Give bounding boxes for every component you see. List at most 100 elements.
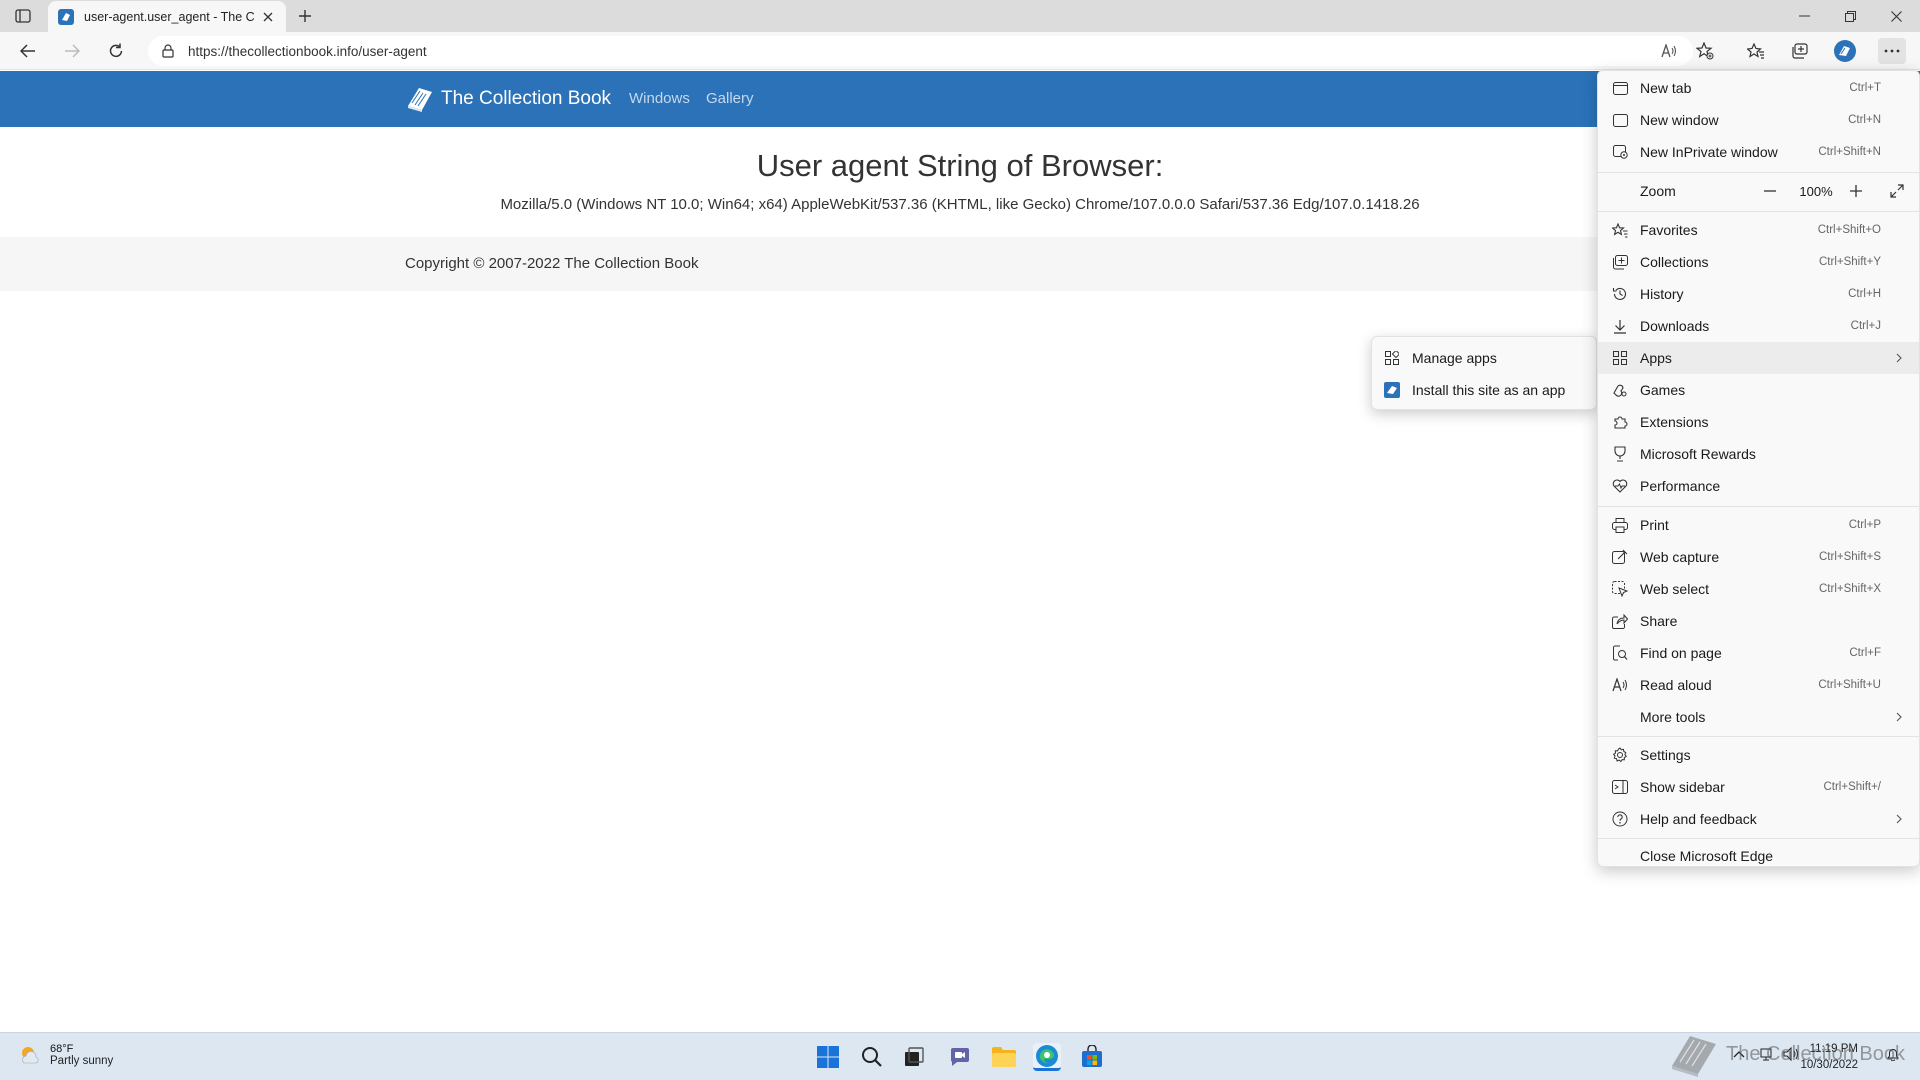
zoom-in-button[interactable] [1846,181,1866,201]
apps-submenu: Manage apps Install this site as an app [1371,336,1597,410]
menu-item-help-and-feedback[interactable]: Help and feedback [1598,803,1919,835]
menu-item-collections[interactable]: Collections Ctrl+Shift+Y [1598,246,1919,278]
minimize-button[interactable] [1781,0,1827,32]
manage-apps-label: Manage apps [1412,350,1497,366]
menu-item-extensions[interactable]: Extensions [1598,406,1919,438]
settings-and-more-button[interactable] [1878,38,1906,64]
microsoft-store-icon[interactable] [1078,1043,1106,1071]
fullscreen-button[interactable] [1887,181,1907,201]
find-icon [1612,645,1628,661]
games-icon [1612,382,1628,398]
weather-widget[interactable]: 68°F Partly sunny [18,1043,113,1067]
nav-link-gallery[interactable]: Gallery [706,90,754,107]
menu-label: New InPrivate window [1640,144,1778,160]
collections-icon[interactable] [1786,38,1814,64]
tab-actions-button[interactable] [12,6,34,26]
extensions-icon [1612,414,1628,430]
menu-item-performance[interactable]: Performance [1598,470,1919,502]
active-tab[interactable]: user-agent.user_agent - The Coll [48,1,286,32]
menu-label: Read aloud [1640,677,1712,693]
menu-label: New window [1640,112,1719,128]
web-select-icon [1612,581,1628,597]
add-favorite-icon[interactable] [1691,38,1719,64]
menu-item-share[interactable]: Share [1598,605,1919,637]
book-logo-icon [1668,1030,1720,1078]
menu-label: History [1640,286,1684,302]
apps-icon [1612,350,1628,366]
menu-item-find-on-page[interactable]: Find on page Ctrl+F [1598,637,1919,669]
share-icon [1612,613,1628,629]
menu-item-show-sidebar[interactable]: Show sidebar Ctrl+Shift+/ [1598,771,1919,803]
zoom-out-button[interactable] [1760,181,1780,201]
rewards-icon [1612,446,1628,462]
menu-item-apps[interactable]: Apps [1598,342,1919,374]
menu-item-history[interactable]: History Ctrl+H [1598,278,1919,310]
install-site-as-app-label: Install this site as an app [1412,382,1566,398]
site-brand-name: The Collection Book [441,88,612,109]
menu-shortcut: Ctrl+Shift+X [1819,583,1881,595]
menu-item-more-tools[interactable]: More tools [1598,701,1919,733]
new-tab-button[interactable] [294,6,316,26]
menu-item-new-inprivate-window[interactable]: New InPrivate window Ctrl+Shift+N [1598,136,1919,168]
menu-separator [1598,838,1919,839]
menu-item-web-select[interactable]: Web select Ctrl+Shift+X [1598,573,1919,605]
read-aloud-icon [1612,677,1628,693]
menu-shortcut: Ctrl+J [1850,320,1881,332]
menu-shortcut: Ctrl+Shift+U [1818,679,1881,691]
search-icon[interactable] [858,1043,886,1071]
menu-shortcut: Ctrl+T [1849,82,1881,94]
menu-item-settings[interactable]: Settings [1598,739,1919,771]
start-button[interactable] [814,1043,842,1071]
menu-item-close-microsoft-edge[interactable]: Close Microsoft Edge [1598,840,1919,872]
downloads-icon [1612,318,1628,334]
menu-shortcut: Ctrl+F [1849,647,1881,659]
back-button[interactable] [14,38,42,64]
sidebar-icon [1612,779,1628,795]
partly-sunny-icon [18,1043,42,1067]
menu-item-downloads[interactable]: Downloads Ctrl+J [1598,310,1919,342]
menu-separator [1598,172,1919,173]
site-app-icon [1384,382,1400,398]
refresh-button[interactable] [102,38,130,64]
weather-temperature: 68°F [50,1043,74,1055]
menu-item-new-window[interactable]: New window Ctrl+N [1598,104,1919,136]
menu-item-microsoft-rewards[interactable]: Microsoft Rewards [1598,438,1919,470]
menu-item-zoom: Zoom 100% [1598,175,1919,207]
read-aloud-icon[interactable] [1655,38,1683,64]
close-window-button[interactable] [1873,0,1919,32]
menu-item-new-tab[interactable]: New tab Ctrl+T [1598,72,1919,104]
file-explorer-icon[interactable] [990,1043,1018,1071]
menu-label: Performance [1640,478,1721,494]
install-site-as-app-item[interactable]: Install this site as an app [1372,374,1596,406]
profile-icon[interactable] [1831,38,1859,64]
menu-item-web-capture[interactable]: Web capture Ctrl+Shift+S [1598,541,1919,573]
address-bar[interactable]: https://thecollectionbook.info/user-agen… [148,36,1693,66]
site-brand-link[interactable]: The Collection Book [405,84,611,114]
nav-link-windows[interactable]: Windows [629,90,690,107]
menu-item-print[interactable]: Print Ctrl+P [1598,509,1919,541]
menu-item-read-aloud[interactable]: Read aloud Ctrl+Shift+U [1598,669,1919,701]
menu-label: Microsoft Rewards [1640,446,1756,462]
menu-label: Show sidebar [1640,779,1725,795]
book-logo-icon [405,84,435,114]
edge-taskbar-icon[interactable] [1033,1043,1061,1071]
new-tab-icon [1612,80,1628,96]
menu-label: More tools [1640,709,1706,725]
menu-label: Print [1640,517,1669,533]
menu-label: Share [1640,613,1678,629]
menu-item-favorites[interactable]: Favorites Ctrl+Shift+O [1598,214,1919,246]
menu-shortcut: Ctrl+Shift+/ [1823,781,1881,793]
manage-apps-item[interactable]: Manage apps [1372,342,1596,374]
task-view-icon[interactable] [900,1043,928,1071]
favorites-bar-icon[interactable] [1742,38,1770,64]
lock-icon[interactable] [162,44,176,58]
manage-apps-icon [1384,350,1400,366]
menu-item-games[interactable]: Games [1598,374,1919,406]
restore-button[interactable] [1827,0,1873,32]
close-tab-icon[interactable] [260,9,276,25]
menu-shortcut: Ctrl+H [1848,288,1881,300]
forward-button[interactable] [58,38,86,64]
teams-chat-icon[interactable] [946,1043,974,1071]
history-icon [1612,286,1628,302]
site-favicon-icon [58,8,74,25]
